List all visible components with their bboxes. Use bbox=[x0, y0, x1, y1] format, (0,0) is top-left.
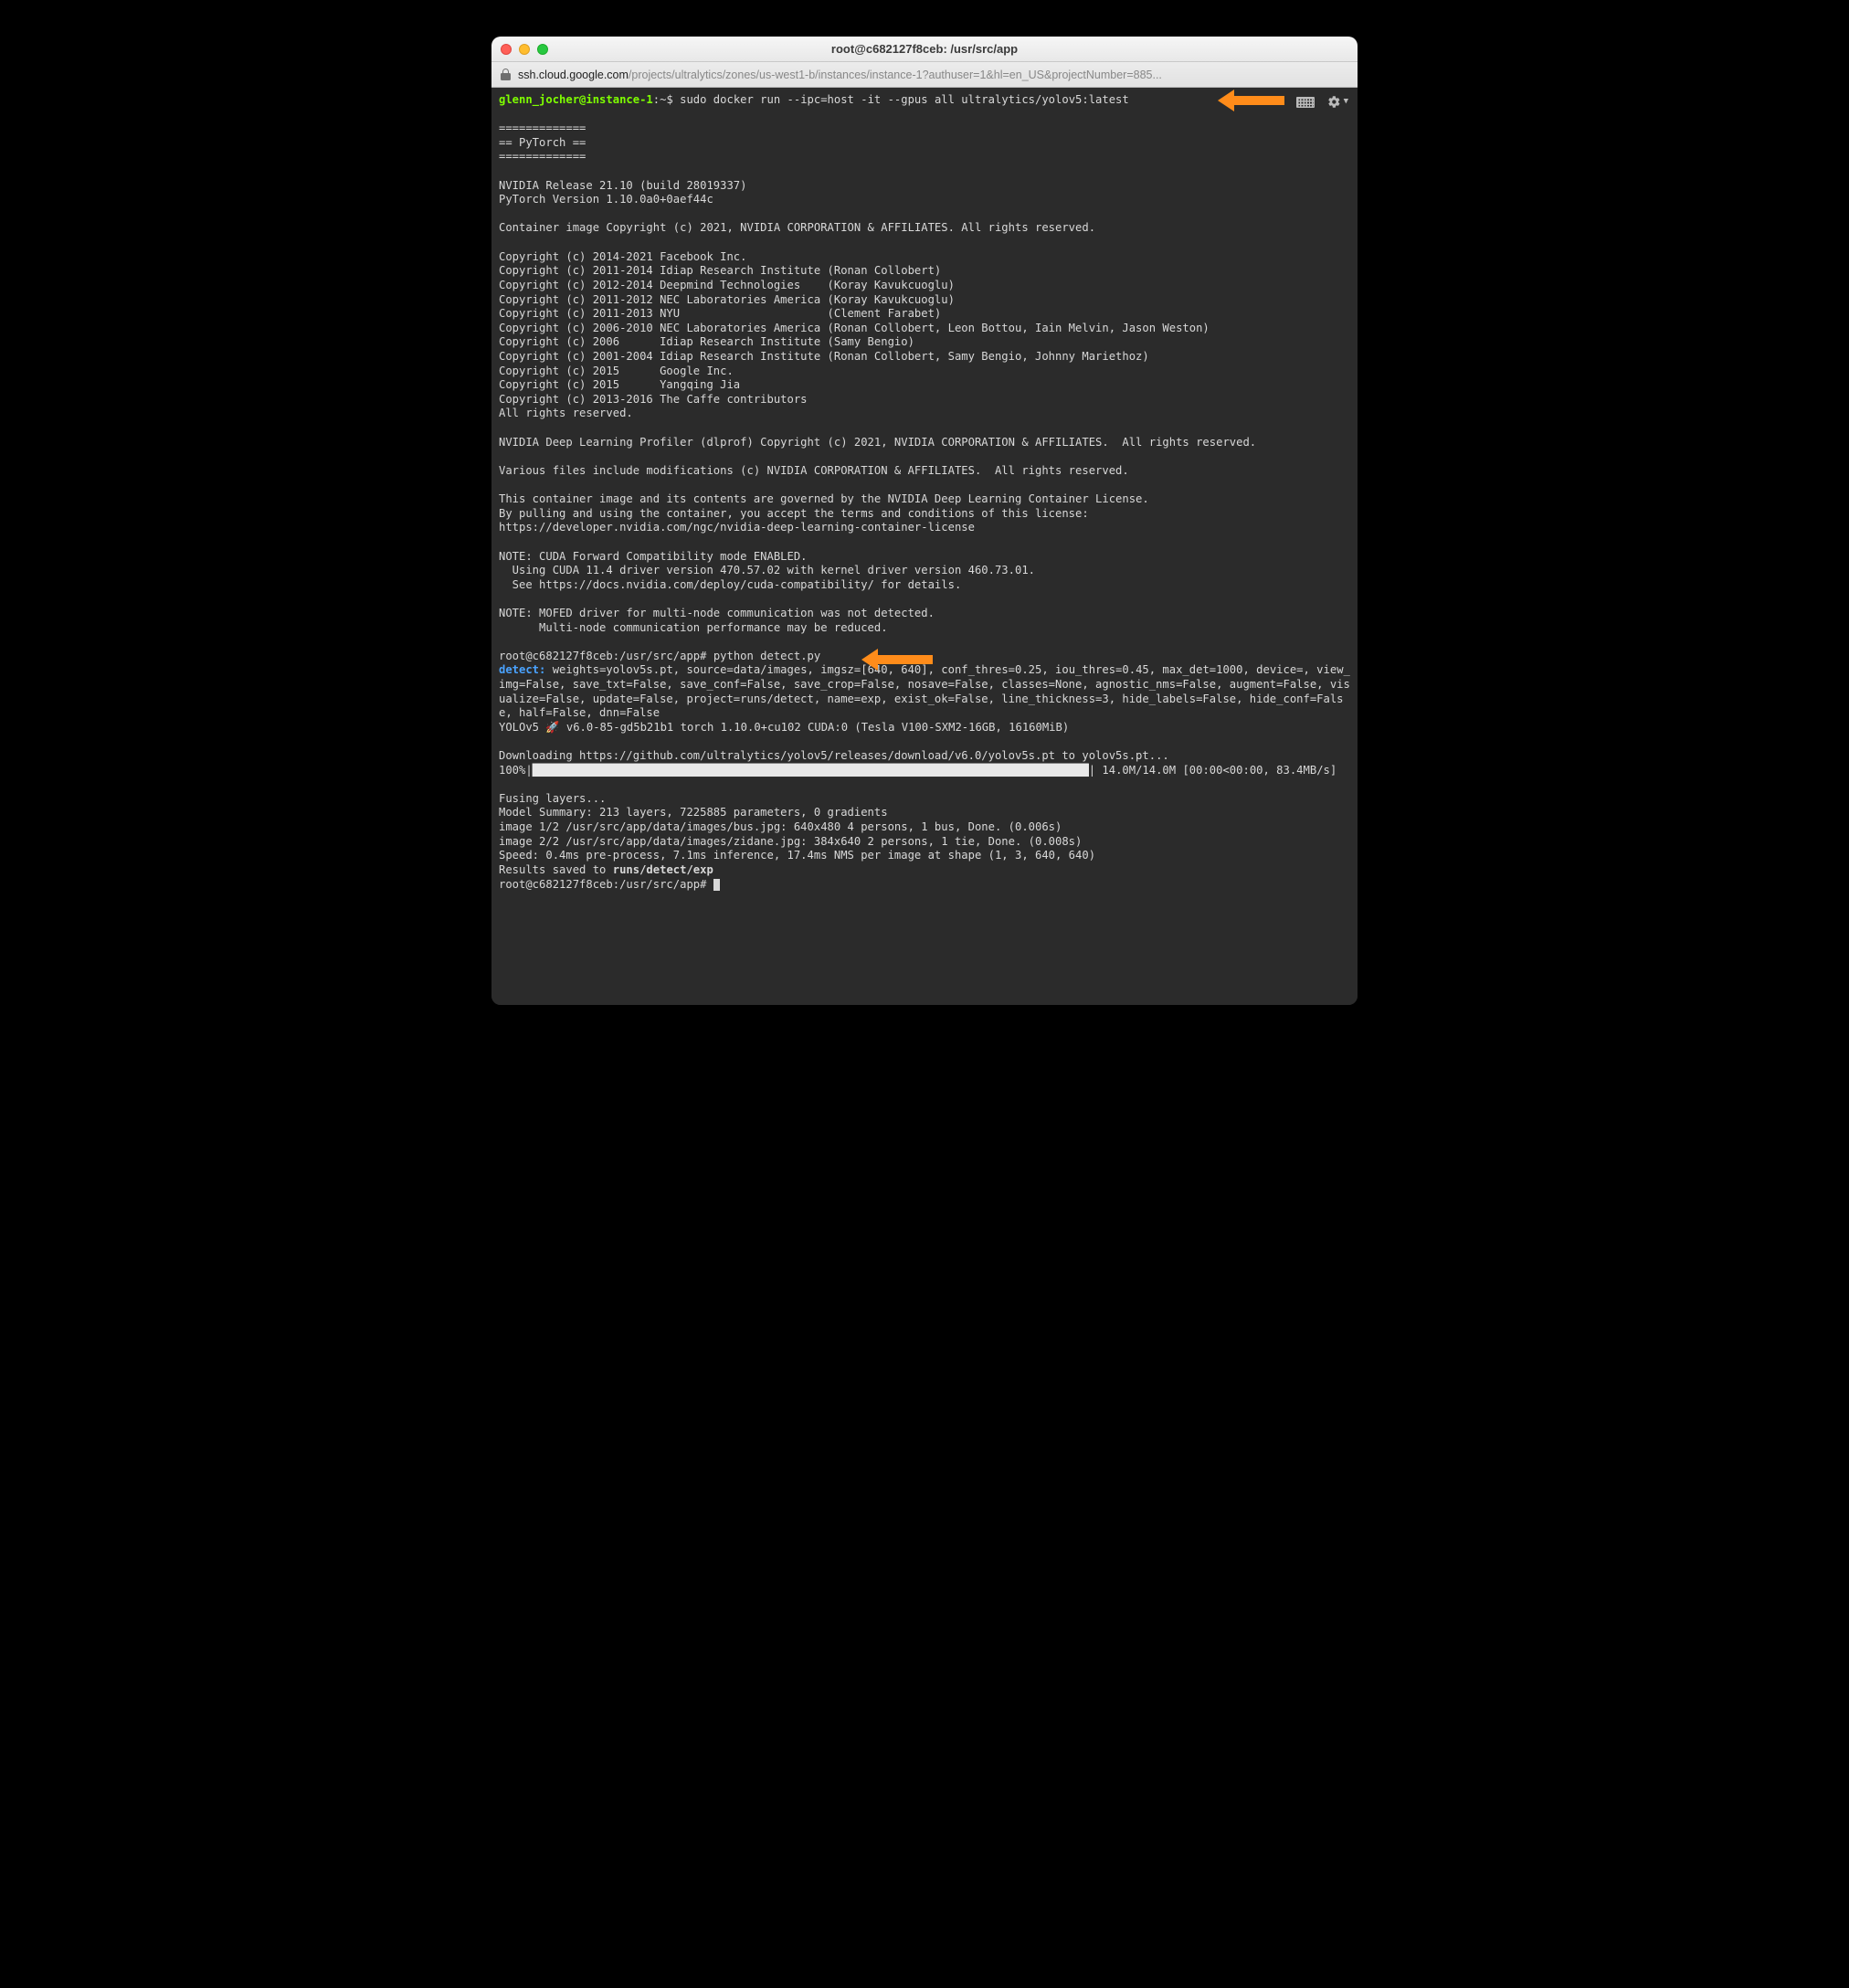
terminal-output[interactable]: glenn_jocher@instance-1:~$ sudo docker r… bbox=[491, 88, 1358, 1005]
container-prompt: root@c682127f8ceb:/usr/src/app# bbox=[499, 650, 713, 662]
titlebar: root@c682127f8ceb: /usr/src/app bbox=[491, 37, 1358, 62]
inference-log: Fusing layers... Model Summary: 213 laye… bbox=[499, 792, 1095, 862]
url-text: ssh.cloud.google.com/projects/ultralytic… bbox=[518, 69, 1348, 81]
maximize-button[interactable] bbox=[537, 44, 548, 55]
address-bar[interactable]: ssh.cloud.google.com/projects/ultralytic… bbox=[491, 62, 1358, 88]
command-1: sudo docker run --ipc=host -it --gpus al… bbox=[680, 93, 1129, 106]
detect-args: weights=yolov5s.pt, source=data/images, … bbox=[499, 663, 1350, 719]
lock-icon bbox=[501, 69, 511, 80]
container-boot-log: NVIDIA Release 21.10 (build 28019337) Py… bbox=[499, 179, 1256, 634]
window-controls bbox=[501, 44, 548, 55]
settings-menu[interactable]: ▼ bbox=[1327, 95, 1348, 109]
yolo-version-line: YOLOv5 🚀 v6.0-85-gd5b21b1 torch 1.10.0+c… bbox=[499, 721, 1069, 734]
detect-label: detect: bbox=[499, 663, 553, 676]
ssh-prompt-user: glenn_jocher@instance-1 bbox=[499, 93, 653, 106]
keyboard-icon[interactable] bbox=[1296, 97, 1315, 108]
minimize-button[interactable] bbox=[519, 44, 530, 55]
final-prompt: root@c682127f8ceb:/usr/src/app# bbox=[499, 878, 713, 891]
caret-down-icon: ▼ bbox=[1344, 97, 1348, 108]
annotation-arrow-1 bbox=[1218, 90, 1284, 111]
progress-stats: 14.0M/14.0M [00:00<00:00, 83.4MB/s] bbox=[1095, 764, 1337, 777]
gear-icon bbox=[1327, 95, 1341, 109]
window-title: root@c682127f8ceb: /usr/src/app bbox=[491, 42, 1358, 56]
cursor bbox=[713, 879, 720, 891]
progress-bar: ████████████████████████████████████████… bbox=[533, 764, 1089, 777]
close-button[interactable] bbox=[501, 44, 512, 55]
progress-pct: 100% bbox=[499, 764, 525, 777]
terminal-toolbar: ▼ bbox=[1296, 95, 1348, 109]
browser-window: root@c682127f8ceb: /usr/src/app ssh.clou… bbox=[491, 37, 1358, 1005]
download-line: Downloading https://github.com/ultralyti… bbox=[499, 749, 1169, 762]
command-2: python detect.py bbox=[713, 650, 820, 662]
results-path: runs/detect/exp bbox=[613, 863, 713, 876]
